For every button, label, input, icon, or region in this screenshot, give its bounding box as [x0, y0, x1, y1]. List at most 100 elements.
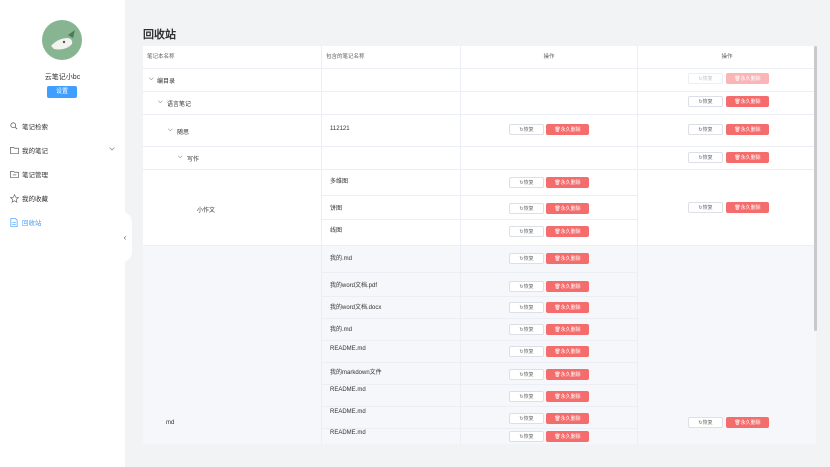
sidebar-nav: 笔记检索 我的笔记 笔记管理 我的收藏 回收站: [0, 114, 125, 234]
restore-note-button[interactable]: ↻ 恢复: [509, 391, 544, 402]
note-name: 我的markdown文件: [330, 370, 382, 376]
restore-note-button[interactable]: ↻ 恢复: [509, 203, 544, 214]
restore-note-button[interactable]: ↻ 恢复: [509, 177, 544, 188]
restore-notebook-button[interactable]: ↻ 恢复: [688, 96, 723, 107]
button-label: 恢复: [702, 205, 713, 211]
delete-note-button[interactable]: 🗑 永久删除: [546, 177, 589, 188]
note-subrow: README.md ↻ 恢复 🗑 永久删除: [321, 385, 638, 407]
restore-note-button[interactable]: ↻ 恢复: [509, 369, 544, 380]
sidebar-item-favorites[interactable]: 我的收藏: [0, 186, 125, 210]
button-label: 恢复: [523, 284, 534, 290]
delete-notebook-button[interactable]: 🗑 永久删除: [726, 152, 769, 163]
restore-notebook-button[interactable]: ↻ 恢复: [688, 417, 723, 428]
sidebar-item-recycle-bin[interactable]: 回收站: [0, 210, 125, 234]
restore-note-button[interactable]: ↻ 恢复: [509, 346, 544, 357]
sidebar: 云笔记小bc 设置 笔记检索 我的笔记 笔记管理 我的收藏 回收站: [0, 0, 125, 467]
sidebar-collapse-toggle[interactable]: ‹: [118, 212, 132, 262]
delete-note-button[interactable]: 🗑 永久删除: [546, 413, 589, 424]
avatar[interactable]: [42, 20, 82, 60]
expand-toggle-icon[interactable]: ⌵: [158, 99, 163, 106]
settings-button[interactable]: 设置: [47, 86, 77, 98]
button-label: 永久删除: [560, 416, 581, 422]
button-label: 恢复: [523, 256, 534, 262]
button-label: 永久删除: [560, 256, 581, 262]
delete-note-button[interactable]: 🗑 永久删除: [546, 226, 589, 237]
button-label: 恢复: [702, 420, 713, 426]
delete-note-button[interactable]: 🗑 永久删除: [546, 391, 589, 402]
table-row: 小作文 多维图 ↻ 恢复 🗑 永久删除 饼图 ↻ 恢复 🗑 永久删除 线图 ↻ …: [143, 169, 816, 245]
button-label: 永久删除: [560, 327, 581, 333]
restore-note-button[interactable]: ↻ 恢复: [509, 253, 544, 264]
sidebar-item-my-notes[interactable]: 我的笔记: [0, 138, 125, 162]
delete-note-button[interactable]: 🗑 永久删除: [546, 431, 589, 442]
button-label: 永久删除: [560, 284, 581, 290]
delete-note-button[interactable]: 🗑 永久删除: [546, 253, 589, 264]
restore-note-button[interactable]: ↻ 恢复: [509, 413, 544, 424]
delete-notebook-button[interactable]: 🗑 永久删除: [726, 96, 769, 107]
restore-notebook-button[interactable]: ↻ 恢复: [688, 73, 723, 84]
search-icon: [9, 121, 19, 131]
button-label: 永久删除: [560, 349, 581, 355]
expand-toggle-icon[interactable]: ⌵: [178, 154, 183, 161]
button-label: 恢复: [702, 99, 713, 105]
sidebar-item-label: 笔记管理: [22, 172, 48, 179]
delete-notebook-button[interactable]: 🗑 永久删除: [726, 73, 769, 84]
expand-toggle-icon[interactable]: ⌵: [149, 76, 154, 83]
restore-note-button[interactable]: ↻ 恢复: [509, 226, 544, 237]
button-label: 永久删除: [740, 420, 761, 426]
note-subrow: README.md ↻ 恢复 🗑 永久删除: [321, 407, 638, 429]
delete-note-button[interactable]: 🗑 永久删除: [546, 324, 589, 335]
note-subrow: 我的.md ↻ 恢复 🗑 永久删除: [321, 246, 638, 273]
star-icon: [9, 193, 19, 203]
table-header: 笔记本名称 包含的笔记名称 操作 操作: [143, 46, 816, 69]
expand-toggle-icon[interactable]: ⌵: [168, 127, 173, 134]
note-subrow: 我的.md ↻ 恢复 🗑 永久删除: [321, 319, 638, 341]
page-title: 回收站: [143, 29, 176, 41]
delete-note-button[interactable]: 🗑 永久删除: [546, 346, 589, 357]
restore-note-button[interactable]: ↻ 恢复: [509, 431, 544, 442]
note-name: 多维图: [330, 179, 349, 185]
header-actions-notebook: 操作: [721, 54, 733, 60]
restore-note-button[interactable]: ↻ 恢复: [509, 324, 544, 335]
delete-notebook-button[interactable]: 🗑 永久删除: [726, 417, 769, 428]
button-label: 永久删除: [560, 434, 581, 440]
delete-note-button[interactable]: 🗑 永久删除: [546, 281, 589, 292]
chevron-left-icon: ‹: [123, 232, 127, 242]
restore-notebook-button[interactable]: ↻ 恢复: [688, 152, 723, 163]
restore-note-button[interactable]: ↻ 恢复: [509, 124, 544, 135]
sidebar-item-note-manage[interactable]: 笔记管理: [0, 162, 125, 186]
note-name: 112121: [330, 126, 350, 132]
restore-notebook-button[interactable]: ↻ 恢复: [688, 124, 723, 135]
button-label: 永久删除: [560, 206, 581, 212]
restore-notebook-button[interactable]: ↻ 恢复: [688, 202, 723, 213]
notebook-name: 编目录: [157, 79, 176, 85]
restore-note-button[interactable]: ↻ 恢复: [509, 302, 544, 313]
button-label: 恢复: [702, 127, 713, 133]
notebook-name: md: [166, 420, 175, 426]
header-actions-note: 操作: [543, 54, 555, 60]
button-label: 恢复: [523, 206, 534, 212]
document-icon: [9, 217, 19, 227]
restore-note-button[interactable]: ↻ 恢复: [509, 281, 544, 292]
notebook-name: 写作: [187, 157, 200, 163]
notebook-name: 小作文: [197, 208, 216, 214]
button-label: 恢复: [523, 394, 534, 400]
delete-notebook-button[interactable]: 🗑 永久删除: [726, 202, 769, 213]
button-label: 恢复: [523, 229, 534, 235]
header-notebook-name: 笔记本名称: [147, 54, 175, 60]
note-name: 我的.md: [330, 327, 353, 333]
button-label: 永久删除: [740, 99, 761, 105]
vertical-scrollbar[interactable]: [814, 46, 817, 331]
delete-note-button[interactable]: 🗑 永久删除: [546, 302, 589, 313]
delete-note-button[interactable]: 🗑 永久删除: [546, 203, 589, 214]
folder-icon: [9, 145, 19, 155]
note-subrow: README.md ↻ 恢复 🗑 永久删除: [321, 429, 638, 444]
button-label: 恢复: [523, 349, 534, 355]
sidebar-item-search[interactable]: 笔记检索: [0, 114, 125, 138]
delete-note-button[interactable]: 🗑 永久删除: [546, 369, 589, 380]
delete-note-button[interactable]: 🗑 永久删除: [546, 124, 589, 135]
button-label: 永久删除: [560, 180, 581, 186]
delete-notebook-button[interactable]: 🗑 永久删除: [726, 124, 769, 135]
note-subrow: 多维图 ↻ 恢复 🗑 永久删除: [321, 169, 638, 196]
note-subrow: 我的word文档.pdf ↻ 恢复 🗑 永久删除: [321, 273, 638, 297]
